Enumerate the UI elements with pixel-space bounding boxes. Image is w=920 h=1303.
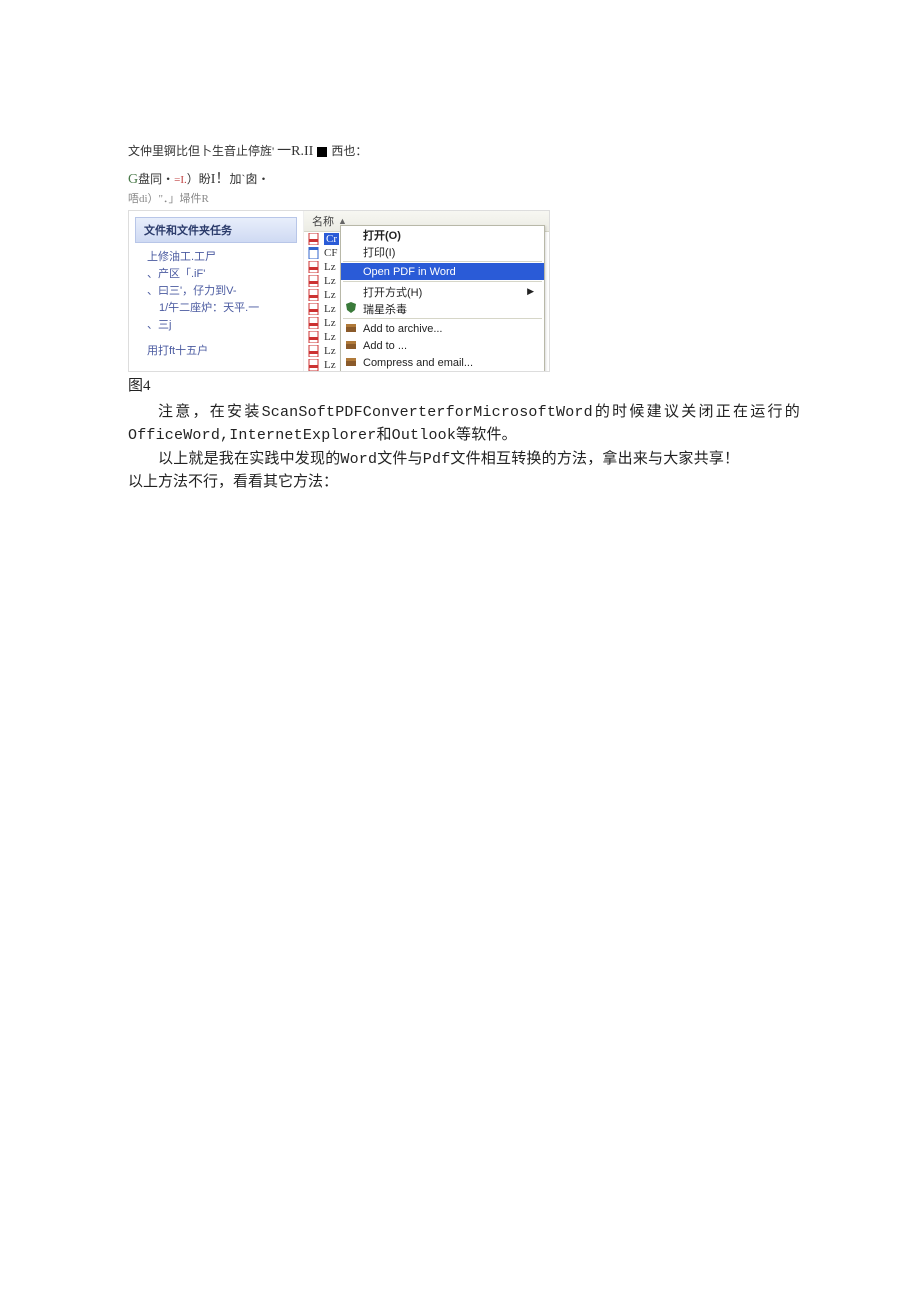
task-link[interactable]: 用打ft十五户	[129, 342, 303, 358]
pdf-file-icon	[308, 303, 320, 315]
task-link[interactable]: 上修油工.工尸	[147, 249, 303, 266]
pdf-file-icon	[308, 331, 320, 343]
task-pane-list: 上修油工.工尸 、产区「.iF' 、曰三'，仔力到V- 1/午二座炉：天平.一 …	[129, 249, 303, 334]
paragraph-text: 以上就是我在实践中发现的Word文件与Pdf文件相互转换的方法，拿出来与大家共享…	[158, 451, 739, 468]
file-name: Cr	[324, 233, 339, 245]
pdf-file-icon	[308, 289, 320, 301]
text-fragment: I！	[211, 172, 230, 187]
word-file-icon	[308, 247, 320, 259]
file-name: Lz	[324, 317, 336, 329]
archive-icon	[344, 355, 358, 368]
menu-label: 打印(I)	[363, 244, 395, 260]
menu-antivirus-scan[interactable]: 瑞星杀毒	[341, 300, 544, 317]
text-fragment: ）盼	[187, 172, 211, 186]
explorer-file-pane: 名称 ▲ Cr CF Lz Lz Lz	[304, 211, 549, 371]
menu-label: Open PDF in Word	[363, 266, 456, 278]
file-name: Lz	[324, 289, 336, 301]
archive-icon	[344, 321, 358, 334]
shield-icon	[344, 301, 358, 314]
submenu-arrow-icon: ▶	[527, 286, 538, 297]
menu-label: 打开(O)	[363, 227, 401, 243]
file-name: CF	[324, 247, 337, 259]
text-fragment: 加`囱・	[229, 172, 269, 186]
menu-label: Add to ...	[363, 340, 407, 352]
menu-separator	[343, 318, 542, 319]
task-link[interactable]: 、三j	[147, 317, 303, 334]
text-fragment: 文仲里锕比但卜生音止停旌'	[128, 144, 274, 158]
menu-label: Add to archive...	[363, 323, 443, 335]
text-fragment: 一R.II	[277, 144, 313, 159]
archive-icon	[344, 338, 358, 351]
paragraph-text: 以上方法不行，看看其它方法：	[128, 474, 338, 490]
context-menu: 打开(O) 打印(I) Open PDF in Word 打开方式(H) ▶ 瑞星…	[340, 225, 545, 372]
menu-separator	[343, 261, 542, 262]
paragraph-alt: 以上方法不行，看看其它方法：	[128, 471, 800, 494]
task-link[interactable]: 、曰三'，仔力到V-	[147, 283, 303, 300]
menu-open[interactable]: 打开(O)	[341, 226, 544, 243]
file-name: Lz	[324, 275, 336, 287]
file-name: Lz	[324, 261, 336, 273]
menu-label: Compress and email...	[363, 357, 473, 369]
figure-caption: 图4	[128, 374, 800, 395]
pdf-file-icon	[308, 317, 320, 329]
header-line-1: 文仲里锕比但卜生音止停旌' 一R.II 西也：	[128, 140, 800, 160]
pdf-file-icon	[308, 345, 320, 357]
column-header-label: 名称	[312, 213, 334, 229]
paragraph-note: 注意，在安装ScanSoftPDFConverterforMicrosoftWo…	[128, 401, 800, 448]
paragraph-text: 注意，在安装ScanSoftPDFConverterforMicrosoftWo…	[128, 404, 800, 444]
paragraph-summary: 以上就是我在实践中发现的Word文件与Pdf文件相互转换的方法，拿出来与大家共享…	[128, 448, 800, 471]
menu-label: 打开方式(H)	[363, 284, 422, 300]
black-square-icon	[317, 147, 327, 157]
text-fragment: 盘同・	[138, 172, 174, 186]
pdf-file-icon	[308, 275, 320, 287]
header-line-2: G盘同・=I.）盼I！加`囱・	[128, 168, 800, 188]
text-fragment: =I.	[174, 174, 187, 186]
menu-open-pdf-in-word[interactable]: Open PDF in Word	[341, 263, 544, 280]
pdf-file-icon	[308, 359, 320, 371]
file-name: Lz	[324, 303, 336, 315]
menu-separator	[343, 281, 542, 282]
text-fragment: 西也：	[331, 144, 367, 158]
menu-label: 瑞星杀毒	[363, 301, 407, 317]
file-name: Lz	[324, 359, 336, 371]
pdf-file-icon	[308, 261, 320, 273]
figure-4-screenshot: 文件和文件夹任务 上修油工.工尸 、产区「.iF' 、曰三'，仔力到V- 1/午…	[128, 210, 550, 372]
task-link[interactable]: 、产区「.iF'	[147, 266, 303, 283]
menu-open-with[interactable]: 打开方式(H) ▶	[341, 283, 544, 300]
menu-print[interactable]: 打印(I)	[341, 243, 544, 260]
pdf-file-icon	[308, 233, 320, 245]
menu-compress-email[interactable]: Compress and email...	[341, 354, 544, 371]
explorer-task-pane: 文件和文件夹任务 上修油工.工尸 、产区「.iF' 、曰三'，仔力到V- 1/午…	[129, 211, 304, 371]
file-name: Lz	[324, 345, 336, 357]
task-pane-header: 文件和文件夹任务	[135, 217, 297, 243]
file-name: Lz	[324, 331, 336, 343]
text-fragment: G	[128, 172, 138, 187]
document-page: 文仲里锕比但卜生音止停旌' 一R.II 西也： G盘同・=I.）盼I！加`囱・ …	[0, 0, 920, 554]
header-line-3: 唔di）"．」埽件R	[128, 190, 800, 206]
task-link[interactable]: 1/午二座炉：天平.一	[147, 300, 303, 317]
menu-add-to-archive[interactable]: Add to archive...	[341, 320, 544, 337]
menu-add-to[interactable]: Add to ...	[341, 337, 544, 354]
